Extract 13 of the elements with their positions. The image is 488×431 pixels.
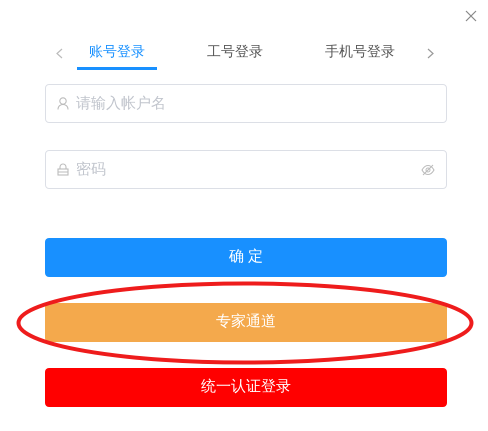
submit-button[interactable]: 统一认证登录: [45, 368, 447, 407]
tab[interactable]: 账号登录: [77, 36, 157, 70]
password-field[interactable]: 密码: [45, 150, 447, 189]
tab[interactable]: 手机号登录: [313, 36, 407, 70]
tab[interactable]: 工号登录: [195, 36, 275, 70]
close-icon[interactable]: [465, 10, 477, 22]
username-field[interactable]: 请输入帐户名: [45, 84, 447, 123]
chevron-right-icon[interactable]: [427, 48, 434, 58]
lock-icon: [57, 163, 69, 176]
chevron-left-icon[interactable]: [56, 48, 63, 58]
submit-button[interactable]: 确 定: [45, 238, 447, 277]
eye-hidden-icon[interactable]: [421, 164, 435, 176]
person-icon: [57, 97, 69, 110]
